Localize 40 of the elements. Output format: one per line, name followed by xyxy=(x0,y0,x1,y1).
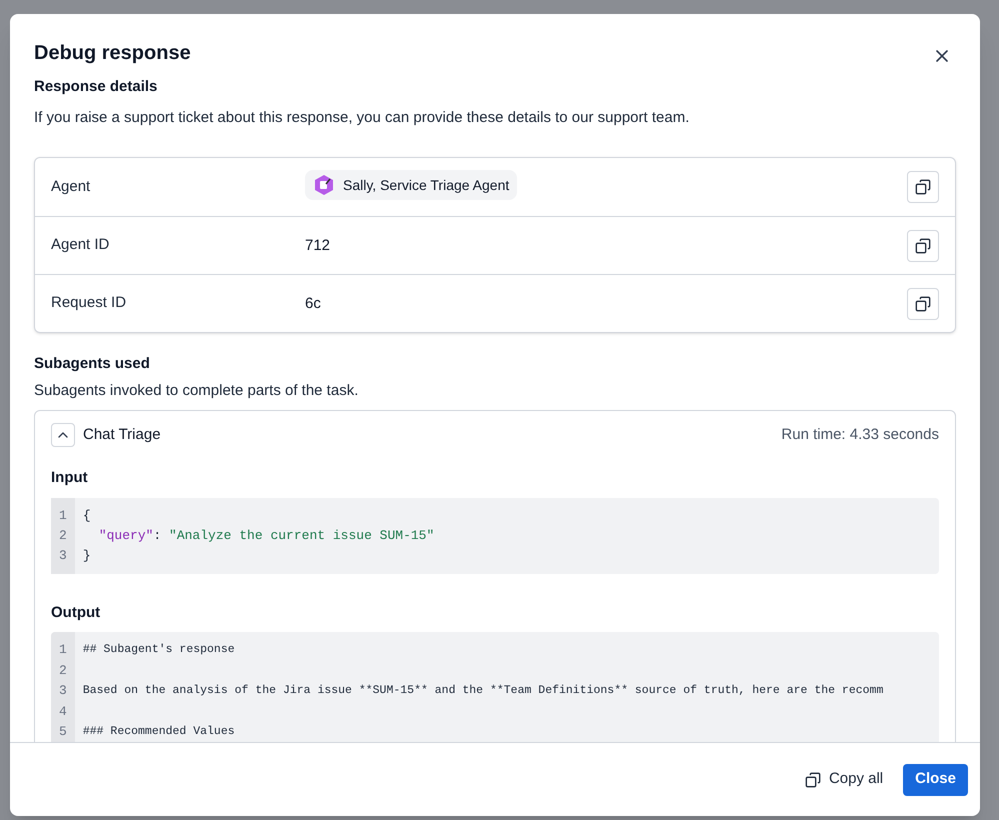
subagents-title: Subagents used xyxy=(34,354,151,374)
copy-icon xyxy=(915,296,931,312)
dialog-title: Debug response xyxy=(34,41,191,66)
line-number: 2 xyxy=(59,526,67,544)
line-number: 3 xyxy=(59,546,67,564)
copy-button[interactable] xyxy=(907,288,939,320)
input-label: Input xyxy=(51,468,89,488)
line-number: 3 xyxy=(59,682,67,700)
copy-icon xyxy=(915,238,931,254)
subagent-name: Chat Triage xyxy=(83,424,161,445)
copy-icon xyxy=(804,772,821,788)
line-number: 4 xyxy=(59,702,67,720)
copy-button[interactable] xyxy=(907,171,939,203)
code-line: { xyxy=(82,506,92,524)
line-number: 2 xyxy=(59,662,67,680)
section-title: Response details xyxy=(34,77,158,97)
line-number: 1 xyxy=(59,506,67,524)
detail-value: 6c xyxy=(305,294,321,312)
subagents-description: Subagents invoked to complete parts of the task. xyxy=(34,380,360,400)
code-line: } xyxy=(82,546,92,564)
code-line: Based on the analysis of the Jira issue **SUM-15** and the **Team Definitions** source of truth, here are the recomm xyxy=(82,683,884,699)
code-line: ### Recommended Values xyxy=(82,724,236,740)
output-label: Output xyxy=(51,602,102,622)
code-line: "query": "Analyze the current issue SUM-15" xyxy=(98,526,434,544)
detail-value: 712 xyxy=(305,236,330,254)
copy-icon xyxy=(915,179,931,195)
detail-label: Agent ID xyxy=(51,235,110,256)
section-description: If you raise a support ticket about this response, you can provide these details to our support team. xyxy=(34,108,690,128)
copy-all-button[interactable]: Copy all xyxy=(804,768,884,791)
agent-avatar-icon xyxy=(313,174,335,196)
run-time: Run time: 4.33 seconds xyxy=(781,424,939,445)
detail-label: Request ID xyxy=(51,293,128,314)
close-button[interactable]: Close xyxy=(903,764,968,796)
agent-chip: Sally, Service Triage Agent xyxy=(305,170,518,200)
collapse-toggle[interactable] xyxy=(51,423,75,447)
detail-label: Agent xyxy=(51,176,92,197)
code-line: ## Subagent's response xyxy=(82,642,236,658)
line-number: 1 xyxy=(59,641,67,659)
copy-button[interactable] xyxy=(907,230,939,262)
line-number: 5 xyxy=(59,723,67,741)
